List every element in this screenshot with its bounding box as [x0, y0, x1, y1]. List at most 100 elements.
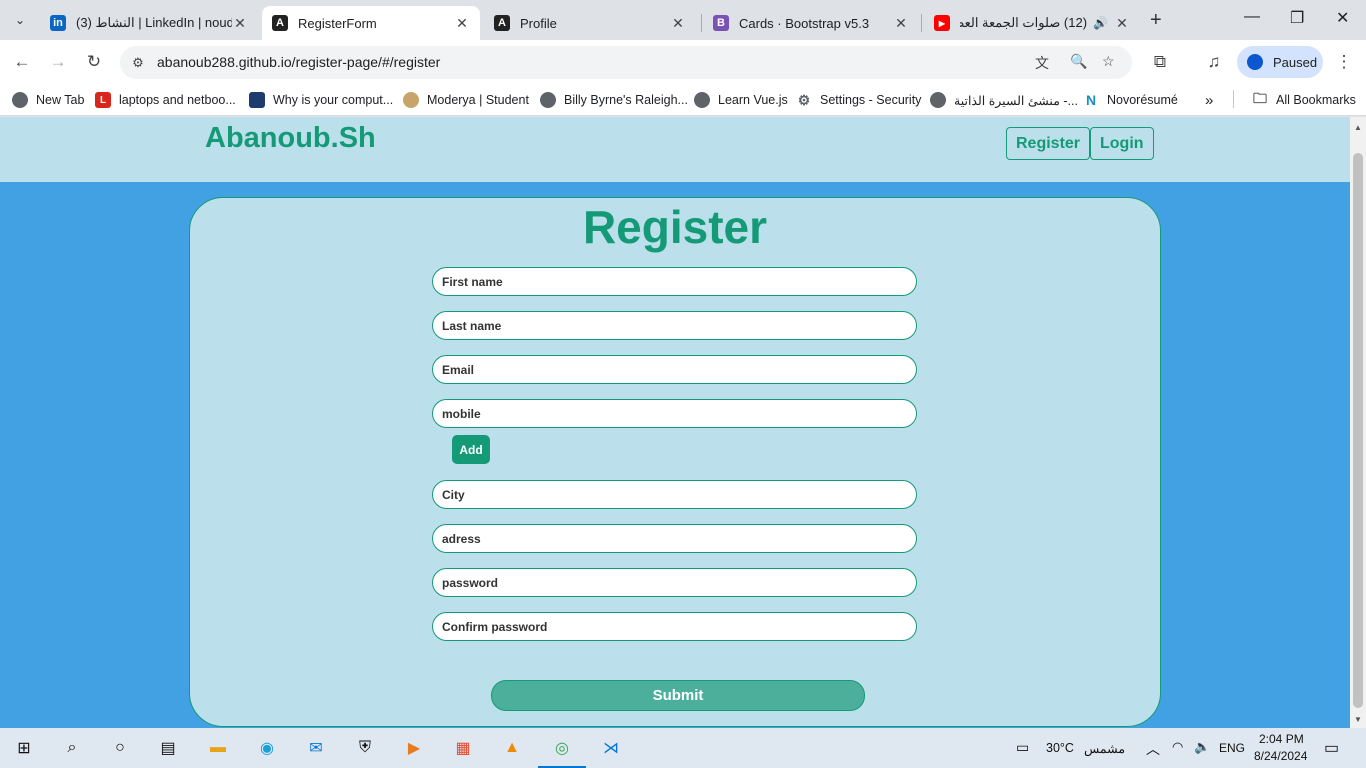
- last-name-field[interactable]: [432, 311, 917, 340]
- register-nav-button[interactable]: Register: [1006, 127, 1091, 160]
- language-indicator[interactable]: ENG: [1219, 741, 1245, 755]
- vscode-icon[interactable]: ⋊: [598, 736, 624, 760]
- scroll-up-arrow-icon[interactable]: ▲: [1354, 123, 1362, 132]
- register-card: Register Add Submit: [189, 197, 1161, 727]
- site-brand[interactable]: Abanoub.Sh: [205, 122, 376, 155]
- bookmark-item[interactable]: منشئ السيرة الذاتية -...: [930, 90, 1078, 110]
- forward-button[interactable]: →: [46, 50, 70, 74]
- tab-search-button[interactable]: ⌄: [8, 8, 32, 32]
- windows-taskbar: ⊞ ⌕ ○ ▤ ▬ ◉ ✉ ⛨ ▶ ▦ ▲ ◎ ⋊ ▭ 30°C مشمس ︿ …: [0, 728, 1366, 768]
- login-nav-button[interactable]: Login: [1090, 127, 1154, 160]
- close-icon[interactable]: ✕: [893, 15, 909, 32]
- close-icon[interactable]: ✕: [454, 15, 470, 32]
- all-bookmarks-button[interactable]: 🗀 All Bookmarks: [1252, 90, 1356, 110]
- media-control-button[interactable]: ♫: [1202, 50, 1226, 74]
- network-icon[interactable]: ◠: [1172, 739, 1183, 755]
- close-window-button[interactable]: ✕: [1336, 8, 1349, 28]
- folder-icon: 🗀: [1253, 90, 1267, 106]
- bookmark-item[interactable]: N Novorésumé: [1083, 90, 1178, 110]
- bookmark-label: All Bookmarks: [1276, 93, 1356, 107]
- volume-icon[interactable]: 🔈: [1194, 739, 1210, 755]
- task-view-icon[interactable]: ▤: [155, 736, 181, 760]
- back-button[interactable]: ←: [10, 50, 34, 74]
- bookmark-label: Novorésumé: [1107, 93, 1178, 107]
- email-field[interactable]: [432, 355, 917, 384]
- profile-button[interactable]: Paused: [1237, 46, 1323, 78]
- bookmark-item[interactable]: Learn Vue.js: [694, 90, 788, 110]
- bookmark-item[interactable]: Why is your comput...: [249, 90, 393, 110]
- tab-strip: ⌄ in (3) النشاط | LinkedIn | nouda ✕ A R…: [0, 0, 1366, 40]
- first-name-field[interactable]: [432, 267, 917, 296]
- clock-date[interactable]: 8/24/2024: [1254, 749, 1307, 763]
- scroll-thumb[interactable]: [1353, 153, 1363, 708]
- arrow-right-icon: →: [49, 52, 67, 71]
- edge-icon[interactable]: ◉: [254, 736, 280, 760]
- clock-time[interactable]: 2:04 PM: [1259, 732, 1304, 746]
- mail-icon[interactable]: ✉: [303, 736, 329, 760]
- translate-icon[interactable]: 文: [1035, 53, 1049, 73]
- weather-text[interactable]: مشمس: [1084, 741, 1125, 756]
- browser-menu-button[interactable]: ⋮: [1332, 50, 1356, 74]
- more-bookmarks-button[interactable]: »: [1205, 90, 1213, 110]
- chevron-up-icon[interactable]: ︿: [1146, 739, 1160, 759]
- confirm-password-field[interactable]: [432, 612, 917, 641]
- reload-icon: ↻: [86, 52, 102, 71]
- vlc-icon[interactable]: ▲: [499, 736, 525, 760]
- speaker-icon[interactable]: 🔊: [1093, 16, 1108, 30]
- l-icon: L: [95, 92, 111, 108]
- bookmark-item[interactable]: Billy Byrne's Raleigh...: [540, 90, 688, 110]
- site-info-icon[interactable]: ⚙: [128, 53, 148, 73]
- password-field[interactable]: [432, 568, 917, 597]
- bookmark-label: Settings - Security: [820, 93, 922, 107]
- browser-toolbar: ← → ↻ ⚙ abanoub288.github.io/register-pa…: [0, 40, 1366, 84]
- file-explorer-icon[interactable]: ▬: [205, 736, 231, 760]
- new-tab-button[interactable]: +: [1150, 9, 1162, 32]
- site-header: Abanoub.Sh Register Login: [0, 117, 1350, 182]
- address-bar[interactable]: ⚙ abanoub288.github.io/register-page/#/r…: [120, 46, 1132, 79]
- globe-icon: [540, 92, 556, 108]
- puzzle-icon: ⧉: [1153, 52, 1167, 71]
- submit-button[interactable]: Submit: [491, 680, 865, 711]
- novoresume-icon: N: [1085, 92, 1097, 108]
- city-field[interactable]: [432, 480, 917, 509]
- chrome-icon[interactable]: ◎: [538, 736, 586, 768]
- restore-button[interactable]: ❐: [1290, 8, 1304, 28]
- bookmark-label: Billy Byrne's Raleigh...: [564, 93, 688, 107]
- page-scrollbar[interactable]: ▲ ▼: [1350, 117, 1366, 728]
- reload-button[interactable]: ↻: [82, 50, 106, 74]
- windows-start-icon[interactable]: ⊞: [11, 736, 37, 760]
- linkedin-icon: in: [50, 15, 66, 31]
- bookmark-star-icon[interactable]: ☆: [1102, 53, 1115, 70]
- minimize-button[interactable]: —: [1244, 8, 1260, 26]
- scroll-down-arrow-icon[interactable]: ▼: [1354, 715, 1362, 724]
- bookmark-item[interactable]: ⚙ Settings - Security: [796, 90, 922, 110]
- bookmark-label: Why is your comput...: [273, 93, 394, 107]
- tab-youtube[interactable]: ▶ (12) صلوات الجمعة العظ 🔊 ✕: [924, 6, 1140, 40]
- globe-icon: [694, 92, 710, 108]
- bookmark-item[interactable]: Moderya | Student: [403, 90, 529, 110]
- media-player-icon[interactable]: ▶: [401, 736, 427, 760]
- extensions-button[interactable]: ⧉: [1148, 50, 1172, 74]
- tab-profile[interactable]: A Profile ✕: [484, 6, 696, 40]
- tab-linkedin[interactable]: in (3) النشاط | LinkedIn | nouda ✕: [40, 6, 258, 40]
- address-field[interactable]: [432, 524, 917, 553]
- zoom-icon[interactable]: 🔍: [1070, 53, 1087, 70]
- security-shield-icon[interactable]: ⛨: [352, 736, 378, 760]
- tab-registerform[interactable]: A RegisterForm ✕: [262, 6, 480, 40]
- notification-icon[interactable]: ▭: [1324, 738, 1339, 758]
- weather-icon[interactable]: ▭: [1016, 739, 1029, 756]
- cortana-icon[interactable]: ○: [107, 736, 133, 760]
- temperature-text[interactable]: 30°C: [1046, 741, 1074, 755]
- mobile-field[interactable]: [432, 399, 917, 428]
- close-icon[interactable]: ✕: [1114, 15, 1130, 32]
- close-icon[interactable]: ✕: [232, 15, 248, 32]
- store-icon[interactable]: ▦: [450, 736, 476, 760]
- profile-label: Paused: [1273, 54, 1318, 70]
- add-mobile-button[interactable]: Add: [452, 435, 490, 464]
- bookmark-item[interactable]: Llaptops and netboo...: [95, 90, 236, 110]
- url-text[interactable]: abanoub288.github.io/register-page/#/reg…: [157, 54, 440, 70]
- tab-bootstrap[interactable]: B Cards · Bootstrap v5.3 ✕: [703, 6, 919, 40]
- close-icon[interactable]: ✕: [670, 15, 686, 32]
- bookmark-item[interactable]: New Tab: [12, 90, 84, 110]
- search-icon[interactable]: ⌕: [59, 736, 85, 760]
